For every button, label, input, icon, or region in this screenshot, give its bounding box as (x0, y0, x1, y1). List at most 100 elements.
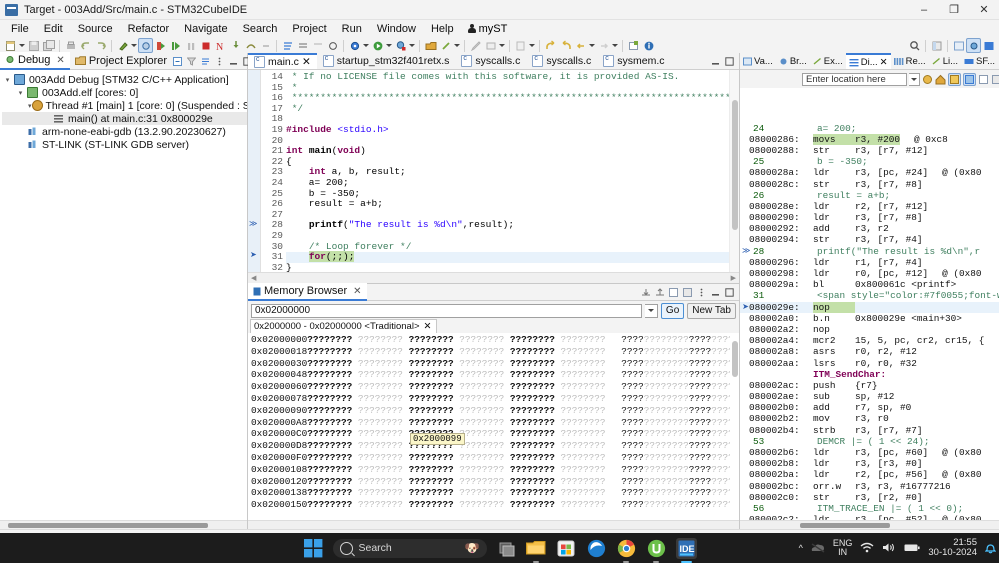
memory-row[interactable]: 0x02000150???????? ???????? ???????? ???… (248, 499, 730, 511)
memory-cell[interactable]: ???????? (459, 499, 504, 511)
memory-row[interactable]: 0x02000048???????? ???????? ???????? ???… (248, 369, 730, 381)
new-memory-tab-icon[interactable] (668, 287, 679, 298)
menu-navigate[interactable]: Navigate (177, 22, 234, 36)
search-tool-arrow[interactable] (453, 38, 461, 53)
memory-cell[interactable]: ???????? (561, 499, 606, 511)
memory-cell[interactable]: ???????? (510, 381, 555, 393)
memory-cell[interactable]: ???????? (307, 393, 352, 405)
editor-marker[interactable] (248, 144, 260, 155)
editor-tab-syscalls-2[interactable]: syscalls.c (526, 53, 597, 69)
scroll-left-arrow[interactable]: ◀ (251, 274, 256, 282)
disassembly-instruction-row[interactable]: 08000296:ldrr1, [r7, #4] (740, 257, 999, 268)
memory-row[interactable]: 0x02000090???????? ???????? ???????? ???… (248, 405, 730, 417)
disassembly-instruction-row[interactable]: 080002ac:push{r7} (740, 380, 999, 391)
file-explorer-icon[interactable] (526, 538, 547, 559)
tree-node[interactable]: ST-LINK (ST-LINK GDB server) (2, 138, 247, 151)
editor-line[interactable]: for(;;); (286, 252, 729, 263)
back-history-icon[interactable] (543, 38, 558, 53)
memory-cell[interactable]: ???????? (510, 487, 555, 499)
disassembly-source-row[interactable]: 56ITM_TRACE_EN |= ( 1 << 0); (740, 503, 999, 514)
memory-row[interactable]: 0x02000060???????? ???????? ???????? ???… (248, 381, 730, 393)
editor-marker[interactable] (248, 197, 260, 208)
menu-file[interactable]: File (4, 22, 36, 36)
memory-cell[interactable]: ???????? (307, 358, 352, 370)
build-dropdown-arrow[interactable] (130, 38, 138, 53)
tree-node[interactable]: ▾ 003Add.elf [cores: 0] (2, 86, 247, 99)
memory-cell[interactable]: ???????? (358, 428, 403, 440)
resume-marker-icon[interactable] (153, 38, 168, 53)
memory-cell[interactable]: ???????? (358, 393, 403, 405)
minimize-view-icon[interactable] (228, 56, 239, 67)
scroll-thumb[interactable] (800, 523, 890, 528)
scroll-right-arrow[interactable]: ▶ (731, 274, 736, 282)
memory-cell[interactable]: ???????? (561, 358, 606, 370)
view-menu-dots-icon[interactable] (214, 56, 225, 67)
memory-cell[interactable]: ???????? (409, 476, 454, 488)
collapse-all-icon[interactable] (172, 56, 183, 67)
breakpoint-icon[interactable]: ≫ (249, 219, 257, 229)
stm32cubeide-icon[interactable]: IDE (676, 538, 697, 559)
search-tool-icon[interactable] (438, 38, 453, 53)
print-icon[interactable] (63, 38, 78, 53)
menu-refactor[interactable]: Refactor (121, 22, 177, 36)
editor-hscrollbar[interactable]: ◀ ▶ (248, 272, 739, 283)
menu-search[interactable]: Search (236, 22, 285, 36)
memory-cell[interactable]: ???????? (510, 499, 555, 511)
memory-cell[interactable]: ???????? (510, 440, 555, 452)
editor-marker[interactable] (248, 81, 260, 92)
memory-cell[interactable]: ???????? (307, 346, 352, 358)
editor-line[interactable]: ****************************************… (286, 93, 729, 104)
export-memory-icon[interactable] (654, 287, 665, 298)
tab-breakpoints[interactable]: Br... (776, 53, 810, 69)
memory-cell[interactable]: ???????? (409, 381, 454, 393)
disassembly-marker[interactable]: ≫ (742, 246, 749, 257)
memory-row[interactable]: 0x02000078???????? ???????? ???????? ???… (248, 393, 730, 405)
memory-cell[interactable]: ???????? (561, 464, 606, 476)
memory-cell[interactable]: ???????? (358, 440, 403, 452)
memory-render-tab-close-icon[interactable]: ✕ (424, 321, 432, 332)
memory-cell[interactable]: ???????? (409, 417, 454, 429)
disassembly-listing[interactable]: 24a= 200;08000286:movsr3, #200@ 0xc80800… (740, 88, 999, 520)
debug-perspective-icon[interactable] (138, 38, 153, 53)
memory-cell[interactable]: ???????? (307, 440, 352, 452)
disassembly-instruction-row[interactable]: 08000292:addr3, r2 (740, 223, 999, 234)
memory-cell[interactable]: ???????? (510, 358, 555, 370)
minimize-editor-icon[interactable] (710, 56, 721, 67)
memory-cell[interactable]: ???????? (358, 476, 403, 488)
memory-cell[interactable]: ???????? (561, 487, 606, 499)
tree-node[interactable]: ▾ Thread #1 [main] 1 [core: 0] (Suspende… (2, 99, 247, 112)
source-editor[interactable]: ≫➤ 1415161718192021222324252627282930313… (248, 70, 739, 272)
memory-address-input[interactable]: 0x02000000 (251, 304, 642, 318)
pin-disassembly-icon[interactable] (991, 74, 999, 85)
view-menu-icon[interactable] (200, 56, 211, 67)
memory-cell[interactable]: ???????? (561, 334, 606, 346)
memory-cell[interactable]: ???????? (409, 358, 454, 370)
search-input[interactable]: Search (359, 542, 459, 554)
memory-cell[interactable]: ???????? (459, 346, 504, 358)
memory-cell[interactable]: ???????? (307, 452, 352, 464)
editor-marker[interactable] (248, 134, 260, 145)
memory-cell[interactable]: ???????? (307, 417, 352, 429)
new-dropdown-arrow[interactable] (18, 38, 26, 53)
maximize-editor-icon[interactable] (724, 56, 735, 67)
stm32-perspective-icon[interactable] (981, 38, 996, 53)
tab-memory-browser[interactable]: Memory Browser ✕ (248, 283, 367, 301)
new-icon[interactable] (3, 38, 18, 53)
disassembly-instruction-row[interactable]: 08000294:strr3, [r7, #4] (740, 234, 999, 245)
edge-icon[interactable] (586, 538, 607, 559)
menu-edit[interactable]: Edit (37, 22, 70, 36)
memory-cell[interactable]: ???????? (409, 393, 454, 405)
taskbar-search[interactable]: Search 🐶 (333, 539, 487, 558)
tab-sfrs[interactable]: SF... (961, 53, 998, 69)
memory-cell[interactable]: ???????? (561, 476, 606, 488)
memory-cell[interactable]: ???????? (307, 405, 352, 417)
memory-cell[interactable]: ???????? (561, 440, 606, 452)
tray-volume-icon[interactable] (882, 542, 896, 555)
menu-project[interactable]: Project (285, 22, 333, 36)
editor-marker[interactable] (248, 155, 260, 166)
memory-vscrollbar[interactable] (730, 333, 739, 520)
run-icon[interactable] (370, 38, 385, 53)
memory-cell[interactable]: ???????? (358, 417, 403, 429)
memory-cell[interactable]: ???????? (459, 487, 504, 499)
tab-disassembly-close-icon[interactable]: ✕ (880, 57, 888, 68)
